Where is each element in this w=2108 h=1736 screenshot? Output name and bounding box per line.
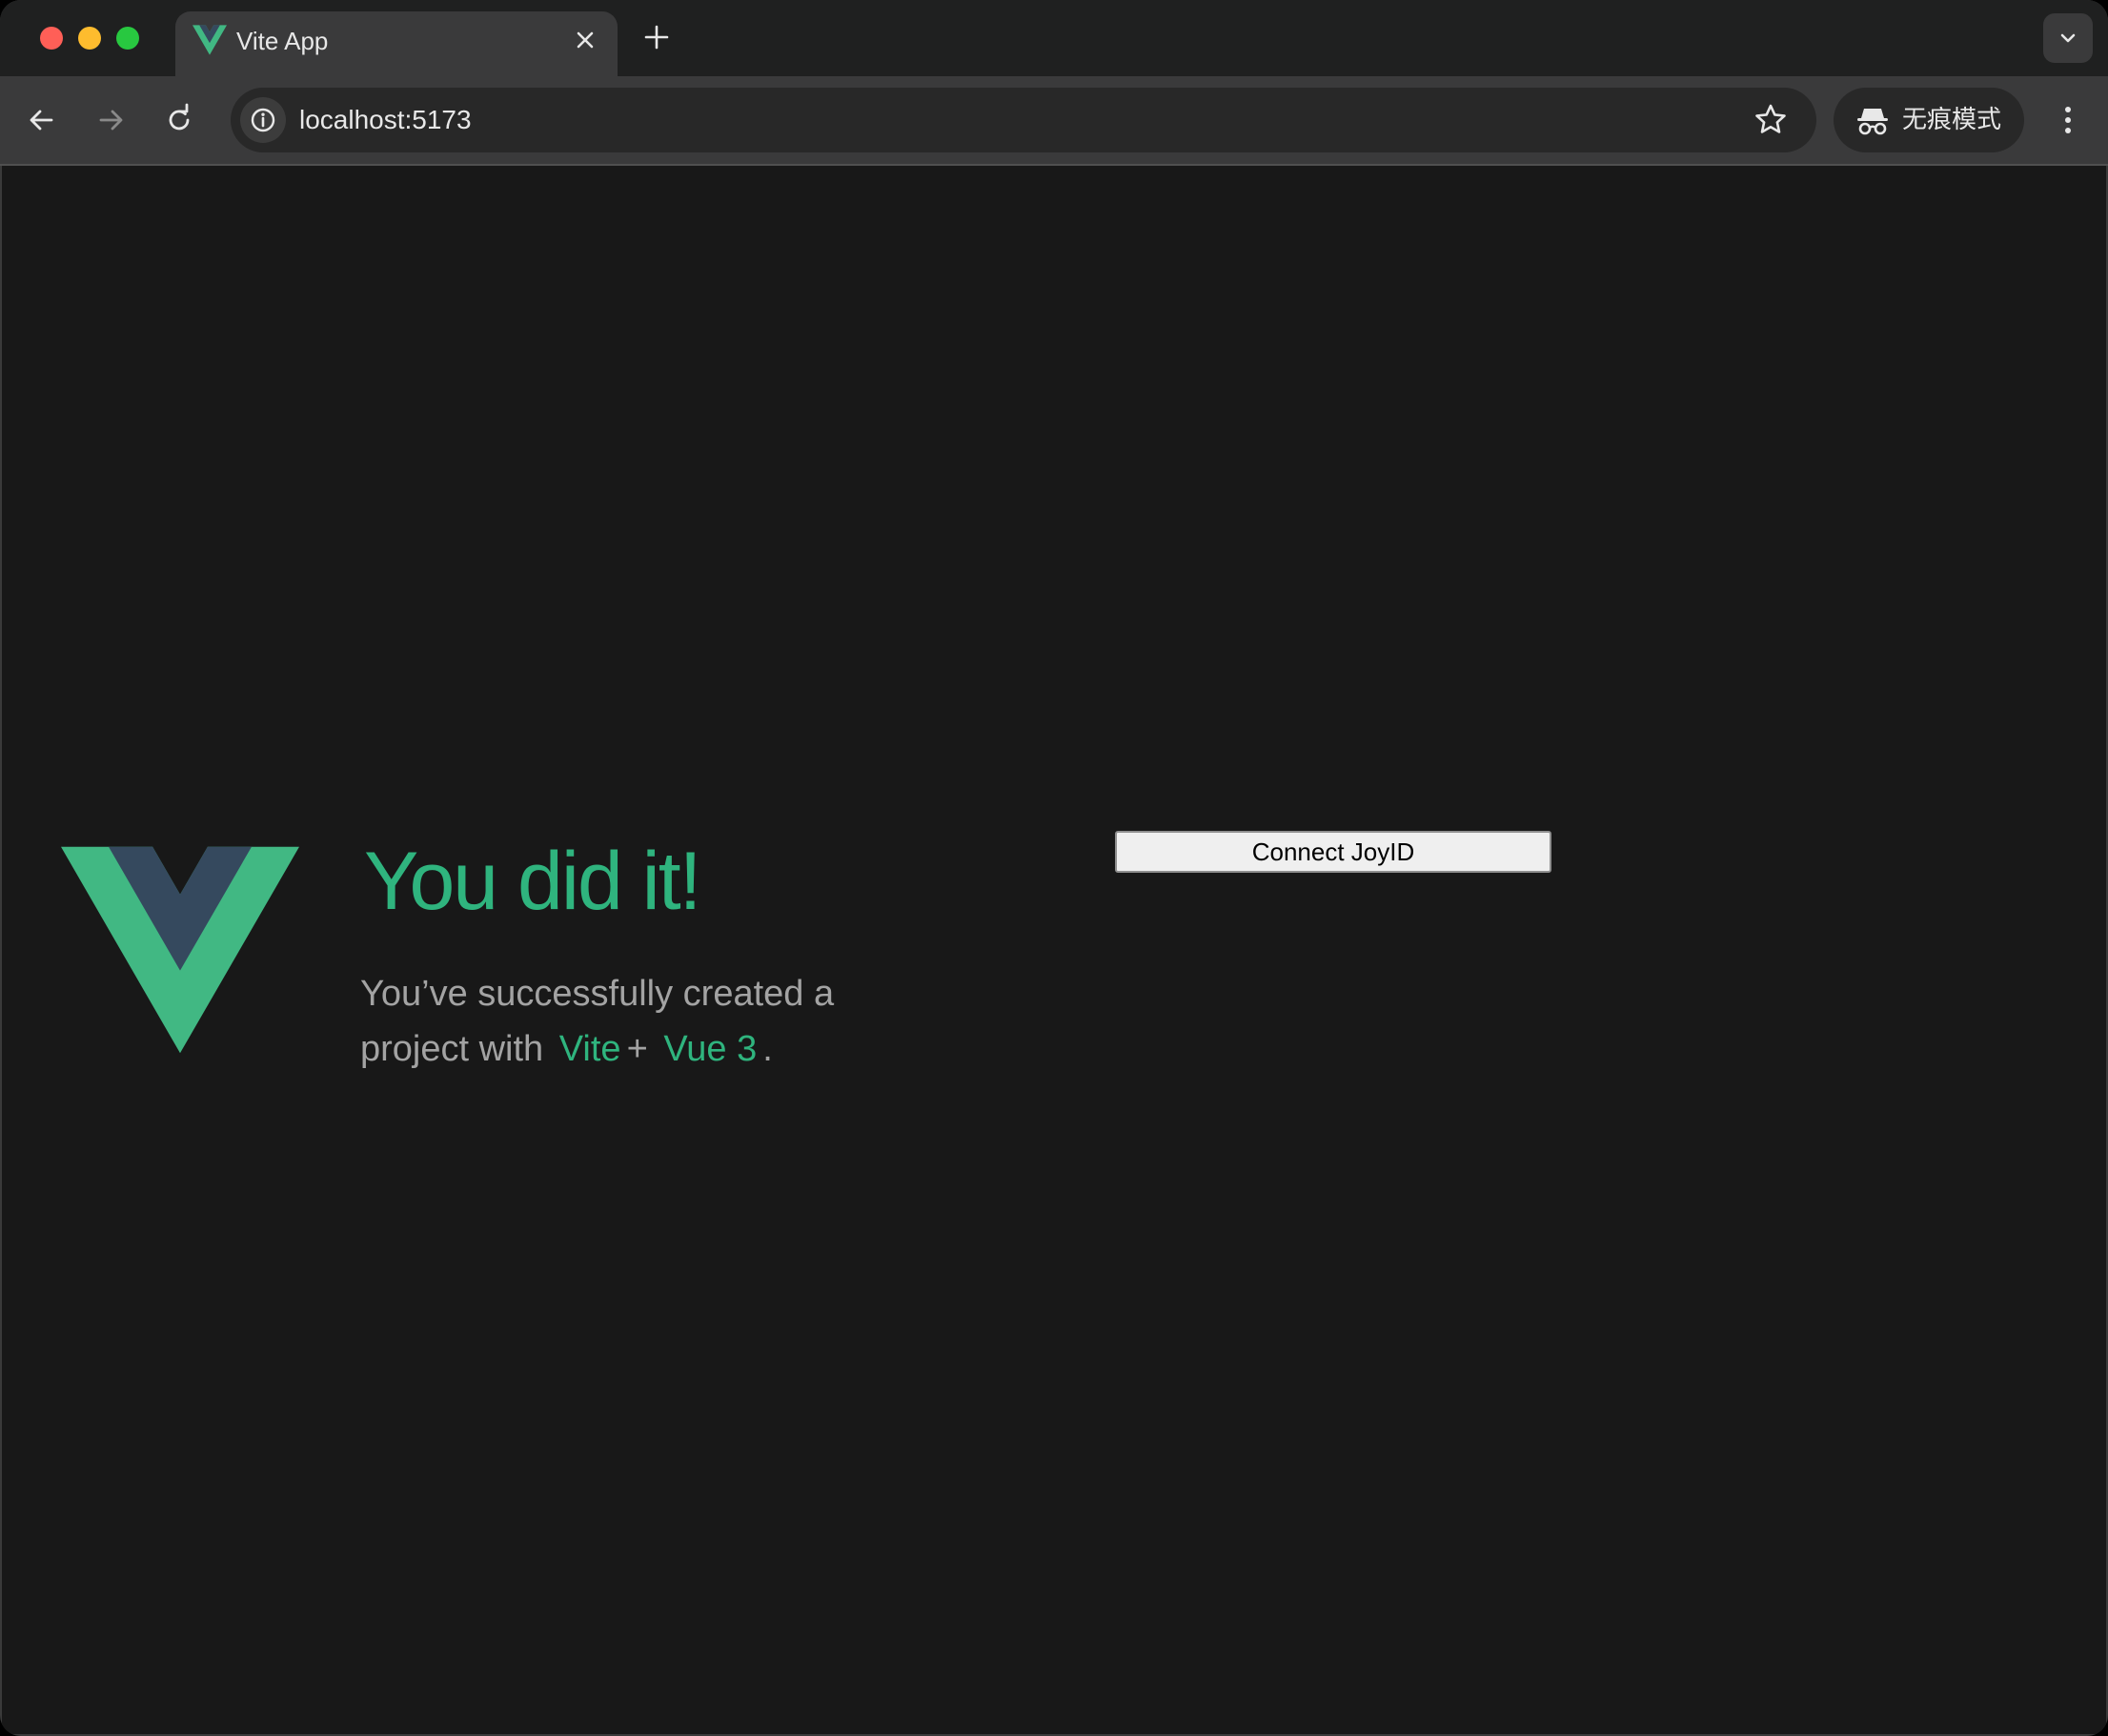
browser-window: Vite App localhost:5173 无痕模式 You did it!… — [0, 0, 2108, 1736]
plus-sign: + — [626, 1029, 648, 1069]
chevron-down-icon — [2060, 33, 2076, 43]
info-icon — [251, 108, 275, 132]
connect-joyid-button[interactable]: Connect JoyID — [1115, 831, 1551, 873]
more-options-icon[interactable] — [2049, 101, 2087, 139]
tab-title: Vite App — [236, 27, 329, 55]
address-bar[interactable]: localhost:5173 — [231, 88, 1816, 152]
back-arrow-icon[interactable] — [23, 101, 61, 139]
forward-arrow-icon[interactable] — [91, 101, 130, 139]
vue-logo — [61, 846, 299, 1054]
tab-vite-app[interactable]: Vite App — [175, 11, 618, 76]
vite-link[interactable]: Vite — [559, 1029, 621, 1069]
maximize-window-button[interactable] — [116, 27, 139, 50]
success-message: You’ve successfully created a project wi… — [360, 966, 894, 1077]
tab-strip: Vite App — [0, 0, 2108, 76]
tab-search-button[interactable] — [2043, 13, 2093, 63]
vue-link[interactable]: Vue 3 — [663, 1029, 757, 1069]
incognito-icon — [1857, 109, 1888, 135]
close-tab-icon[interactable] — [570, 25, 600, 55]
reload-icon[interactable] — [160, 101, 198, 139]
vue-logo-icon — [193, 25, 227, 55]
incognito-indicator[interactable]: 无痕模式 — [1834, 88, 2024, 152]
page-viewport: You did it! You’ve successfully created … — [2, 166, 2106, 1734]
page-title: You did it! — [364, 836, 702, 927]
bookmark-star-icon[interactable] — [1752, 101, 1790, 139]
close-window-button[interactable] — [40, 27, 63, 50]
new-tab-icon[interactable] — [640, 21, 673, 53]
site-info-button[interactable] — [240, 97, 286, 143]
message-suffix: . — [762, 1029, 773, 1069]
incognito-label: 无痕模式 — [1902, 106, 2002, 134]
browser-toolbar: localhost:5173 无痕模式 — [0, 76, 2108, 164]
minimize-window-button[interactable] — [78, 27, 101, 50]
url-text[interactable]: localhost:5173 — [299, 103, 472, 137]
